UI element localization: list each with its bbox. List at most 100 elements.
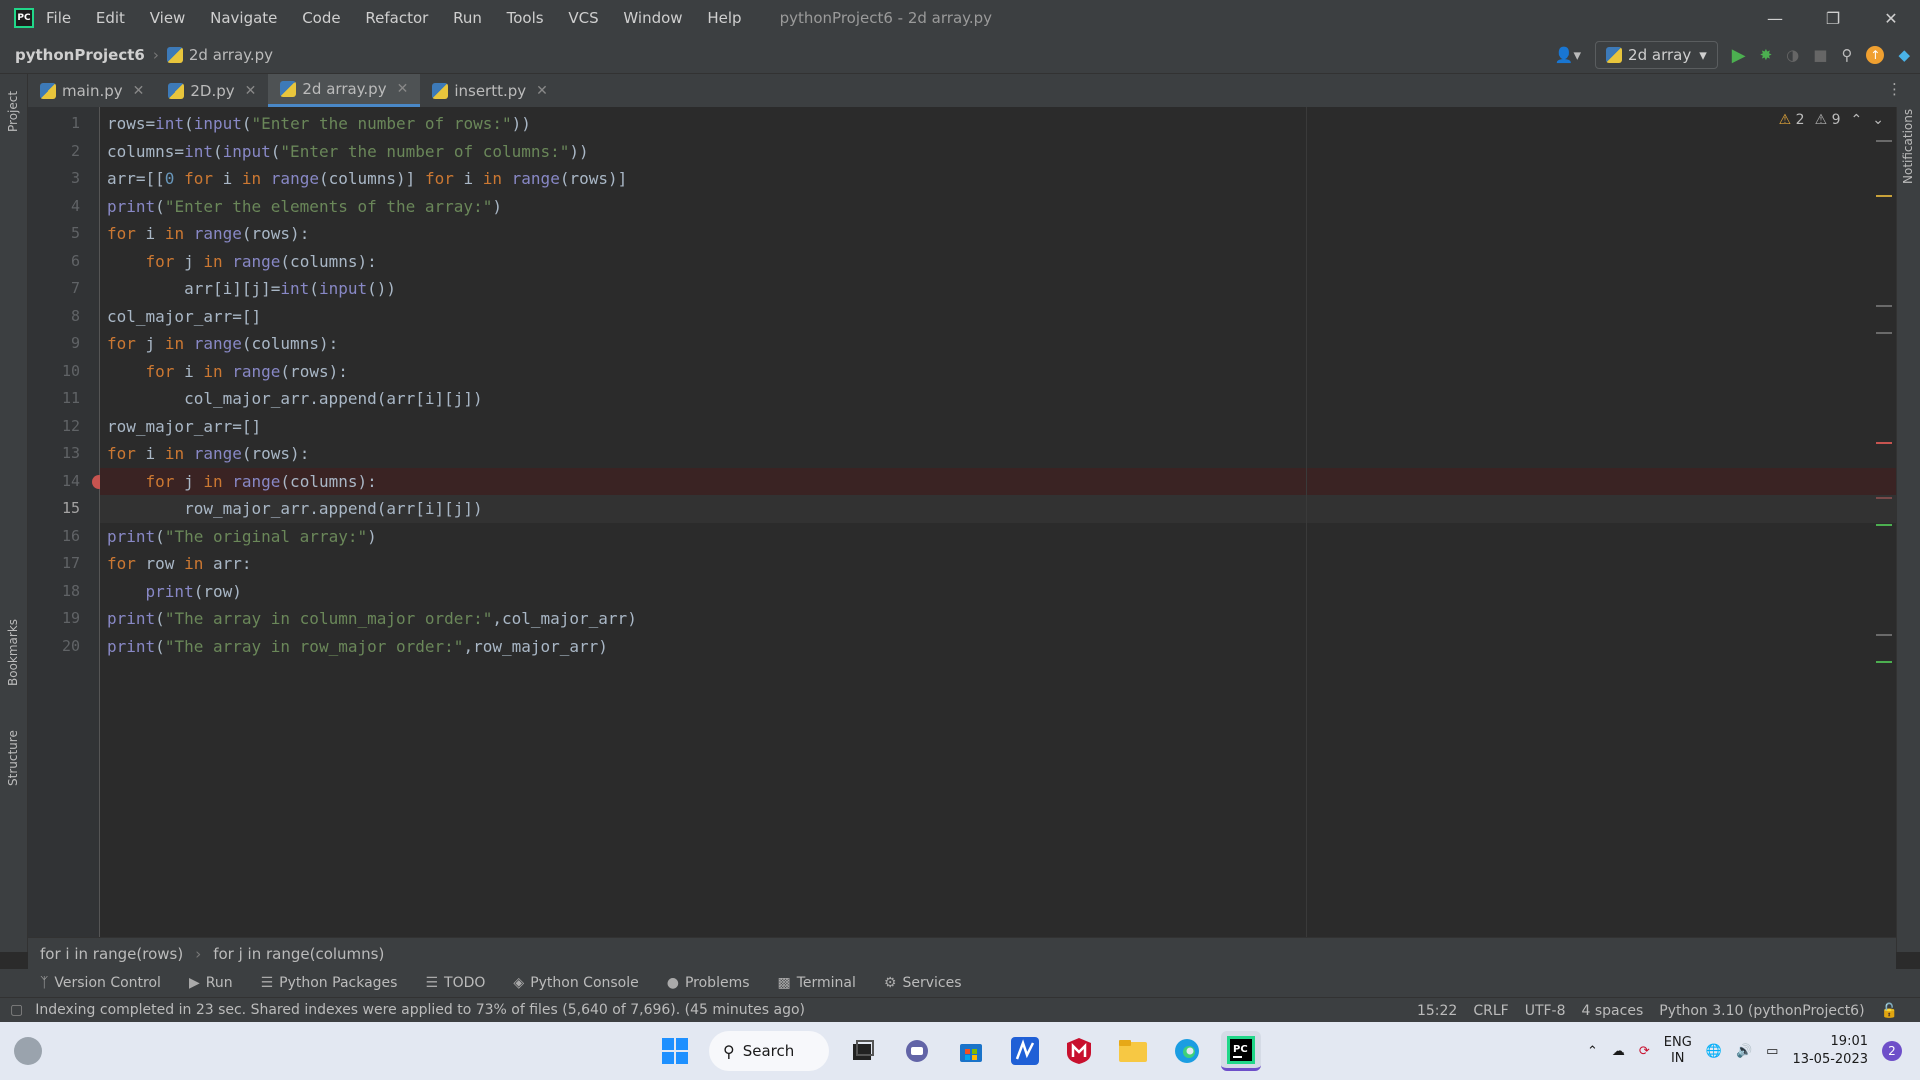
run-config-selector[interactable]: 2d array ▾ bbox=[1595, 41, 1718, 69]
line-number[interactable]: 14 bbox=[28, 468, 80, 496]
menu-refactor[interactable]: Refactor bbox=[365, 9, 428, 27]
minimize-button[interactable]: — bbox=[1746, 0, 1804, 36]
menu-file[interactable]: File bbox=[46, 9, 71, 27]
menu-view[interactable]: View bbox=[150, 9, 186, 27]
line-number[interactable]: 11 bbox=[28, 385, 80, 413]
lock-icon[interactable]: 🔓 bbox=[1881, 1003, 1898, 1019]
close-tab-icon[interactable]: ✕ bbox=[133, 83, 145, 99]
indent-setting[interactable]: 4 spaces bbox=[1582, 1003, 1644, 1019]
menu-edit[interactable]: Edit bbox=[96, 9, 125, 27]
user-icon[interactable]: 👤▾ bbox=[1555, 46, 1581, 64]
line-number[interactable]: 7 bbox=[28, 275, 80, 303]
breadcrumb-item[interactable]: for i in range(rows) bbox=[40, 945, 183, 963]
close-tab-icon[interactable]: ✕ bbox=[245, 83, 257, 99]
line-number[interactable]: 16 bbox=[28, 523, 80, 551]
code-line[interactable]: for row in arr: bbox=[100, 550, 1896, 578]
version-control-button[interactable]: ᛉ Version Control bbox=[40, 975, 161, 991]
chevron-up-icon[interactable]: ⌃ bbox=[1587, 1044, 1598, 1059]
line-number[interactable]: 2 bbox=[28, 138, 80, 166]
globe-icon[interactable]: 🌐 bbox=[1706, 1044, 1722, 1059]
search-icon[interactable]: ⚲ bbox=[1841, 46, 1852, 64]
breadcrumb-item[interactable]: for j in range(columns) bbox=[213, 945, 384, 963]
error-stripe-mark[interactable] bbox=[1876, 524, 1892, 526]
battery-icon[interactable]: ▭ bbox=[1766, 1044, 1778, 1059]
tab-insertt-py[interactable]: insertt.py ✕ bbox=[420, 74, 560, 107]
error-stripe-mark[interactable] bbox=[1876, 195, 1892, 197]
clock[interactable]: 19:01 13-05-2023 bbox=[1792, 1033, 1868, 1069]
code-editor[interactable]: rows=int(input("Enter the number of rows… bbox=[100, 107, 1896, 937]
edge-icon[interactable] bbox=[1167, 1031, 1207, 1071]
close-tab-icon[interactable]: ✕ bbox=[397, 81, 409, 97]
code-line[interactable]: for i in range(rows): bbox=[100, 440, 1896, 468]
code-line[interactable]: for i in range(rows): bbox=[100, 358, 1896, 386]
code-line[interactable]: columns=int(input("Enter the number of c… bbox=[100, 138, 1896, 166]
app-icon[interactable] bbox=[1005, 1031, 1045, 1071]
code-line[interactable]: for j in range(columns): bbox=[100, 248, 1896, 276]
line-number[interactable]: 18 bbox=[28, 578, 80, 606]
line-number[interactable]: 6 bbox=[28, 248, 80, 276]
line-number[interactable]: 15 bbox=[28, 495, 80, 523]
problems-button[interactable]: ● Problems bbox=[667, 975, 750, 991]
line-number[interactable]: 5 bbox=[28, 220, 80, 248]
previous-highlight-icon[interactable]: ⌃ bbox=[1851, 112, 1863, 128]
interpreter-selector[interactable]: Python 3.10 (pythonProject6) bbox=[1659, 1003, 1864, 1019]
menu-code[interactable]: Code bbox=[302, 9, 340, 27]
layout-icon[interactable]: ▢ bbox=[10, 1002, 23, 1018]
cloud-icon[interactable]: ☁ bbox=[1612, 1044, 1625, 1059]
chat-icon[interactable] bbox=[897, 1031, 937, 1071]
microsoft-store-icon[interactable] bbox=[951, 1031, 991, 1071]
line-number[interactable]: 17 bbox=[28, 550, 80, 578]
code-line[interactable]: for j in range(columns): bbox=[100, 467, 1896, 495]
structure-tool-tab[interactable]: Structure bbox=[6, 730, 20, 786]
error-stripe-mark[interactable] bbox=[1876, 140, 1892, 142]
line-number[interactable]: 8 bbox=[28, 303, 80, 331]
code-line[interactable]: col_major_arr.append(arr[i][j]) bbox=[100, 385, 1896, 413]
file-encoding[interactable]: UTF-8 bbox=[1525, 1003, 1566, 1019]
menu-help[interactable]: Help bbox=[707, 9, 741, 27]
menu-window[interactable]: Window bbox=[623, 9, 682, 27]
line-number[interactable]: 10 bbox=[28, 358, 80, 386]
line-number[interactable]: 13 bbox=[28, 440, 80, 468]
bookmarks-tool-tab[interactable]: Bookmarks bbox=[6, 619, 20, 686]
error-stripe-mark[interactable] bbox=[1876, 634, 1892, 636]
file-explorer-icon[interactable] bbox=[1113, 1031, 1153, 1071]
error-stripe-mark[interactable] bbox=[1876, 661, 1892, 663]
python-console-button[interactable]: ◈ Python Console bbox=[513, 975, 638, 991]
todo-button[interactable]: ☰ TODO bbox=[425, 975, 485, 991]
error-stripe-mark[interactable] bbox=[1876, 305, 1892, 307]
sync-icon[interactable]: ⟳ bbox=[1639, 1044, 1650, 1059]
volume-icon[interactable]: 🔊 bbox=[1736, 1044, 1752, 1059]
line-number[interactable]: 4 bbox=[28, 193, 80, 221]
code-line[interactable]: for i in range(rows): bbox=[100, 220, 1896, 248]
error-stripe-mark[interactable] bbox=[1876, 442, 1892, 444]
weather-widget-icon[interactable] bbox=[14, 1037, 42, 1065]
line-number[interactable]: 9 bbox=[28, 330, 80, 358]
code-line[interactable]: row_major_arr=[] bbox=[100, 413, 1896, 441]
tab-main-py[interactable]: main.py ✕ bbox=[28, 74, 156, 107]
code-line[interactable]: print("The original array:") bbox=[100, 523, 1896, 551]
project-tool-tab[interactable]: Project bbox=[6, 91, 20, 132]
nav-file-name[interactable]: 2d array.py bbox=[189, 46, 273, 64]
code-line[interactable]: arr[i][j]=int(input()) bbox=[100, 275, 1896, 303]
jetbrains-logo-icon[interactable]: ◆ bbox=[1898, 46, 1910, 64]
run-icon[interactable]: ▶ bbox=[1732, 45, 1746, 66]
error-stripe-mark[interactable] bbox=[1876, 497, 1892, 499]
menu-run[interactable]: Run bbox=[453, 9, 482, 27]
code-line[interactable]: print("The array in row_major order:",ro… bbox=[100, 633, 1896, 661]
code-line[interactable]: print(row) bbox=[100, 578, 1896, 606]
caret-position[interactable]: 15:22 bbox=[1417, 1003, 1457, 1019]
code-line[interactable]: arr=[[0 for i in range(columns)] for i i… bbox=[100, 165, 1896, 193]
tab-2d-py[interactable]: 2D.py ✕ bbox=[156, 74, 268, 107]
tab-2d-array-py[interactable]: 2d array.py ✕ bbox=[268, 74, 421, 107]
coverage-icon[interactable]: ◑ bbox=[1786, 46, 1799, 64]
pycharm-taskbar-icon[interactable]: PC bbox=[1221, 1031, 1261, 1071]
close-tab-icon[interactable]: ✕ bbox=[536, 83, 548, 99]
error-stripe-mark[interactable] bbox=[1876, 332, 1892, 334]
menu-navigate[interactable]: Navigate bbox=[210, 9, 277, 27]
code-line[interactable]: col_major_arr=[] bbox=[100, 303, 1896, 331]
more-tabs-icon[interactable]: ⋮ bbox=[1887, 80, 1902, 98]
run-tool-button[interactable]: ▶ Run bbox=[189, 975, 233, 991]
services-button[interactable]: ⚙ Services bbox=[884, 975, 962, 991]
line-number[interactable]: 20 bbox=[28, 633, 80, 661]
stop-icon[interactable]: ■ bbox=[1813, 46, 1827, 64]
